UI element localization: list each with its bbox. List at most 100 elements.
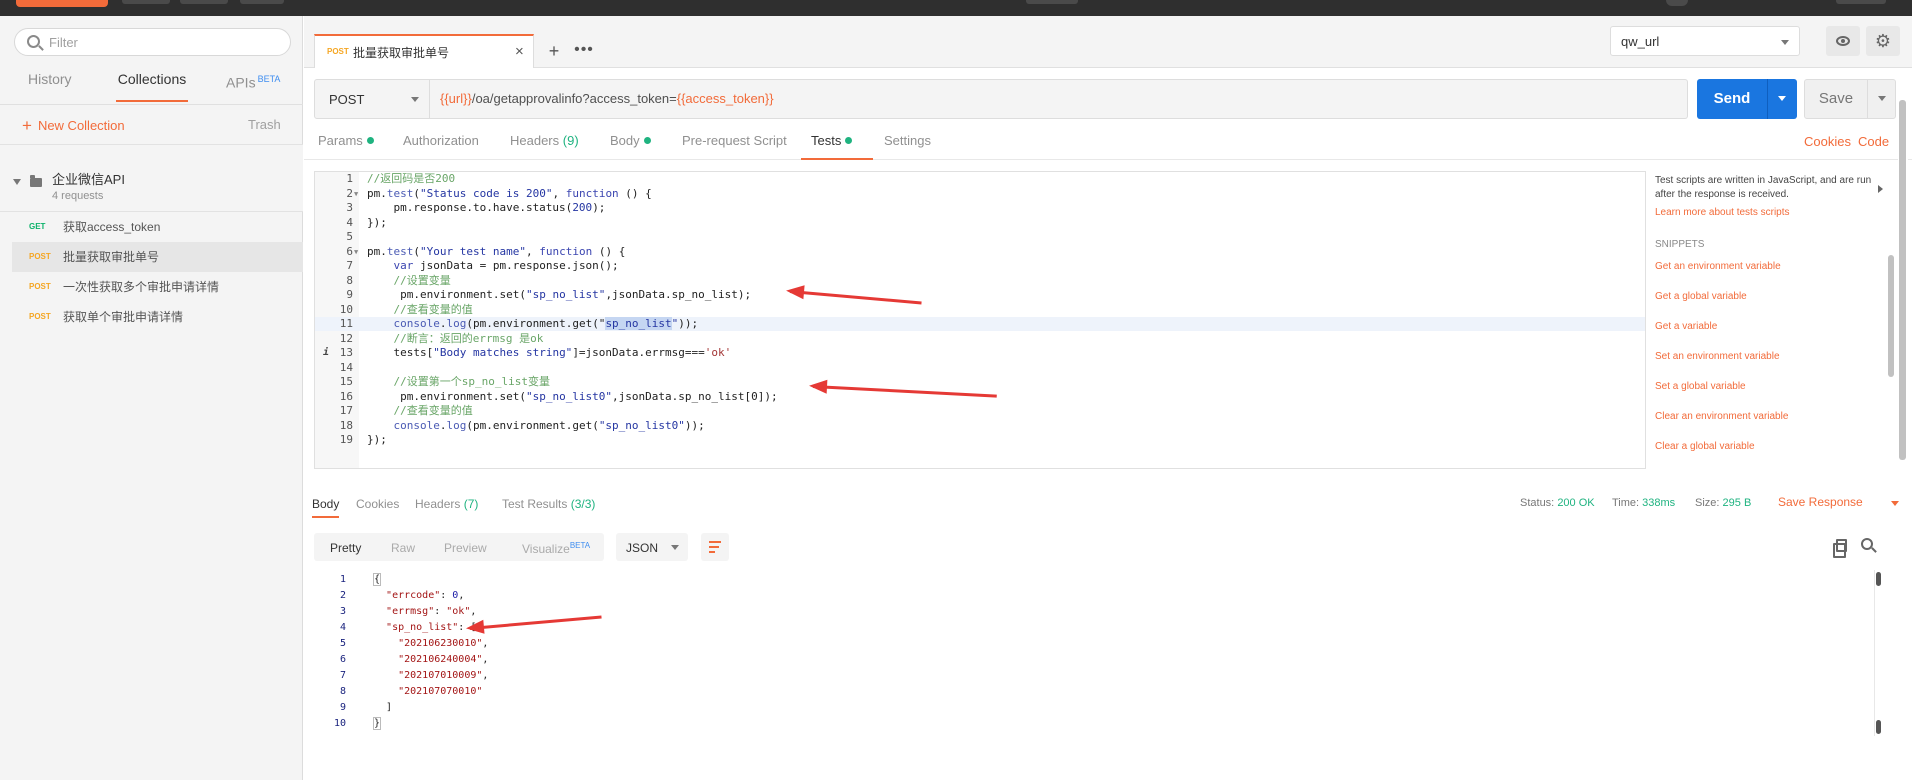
copy-icon[interactable] <box>1833 539 1847 558</box>
code-line: 15 //设置第一个sp_no_list变量 <box>315 375 1645 389</box>
code-token: //返回码是否200 <box>367 172 456 185</box>
request-item[interactable]: POST 批量获取审批单号 <box>12 242 303 272</box>
chevron-right-icon[interactable] <box>1878 185 1883 193</box>
filter-input[interactable] <box>49 33 279 51</box>
add-tab-button[interactable]: + <box>540 38 568 66</box>
method-select[interactable]: POST <box>314 79 430 119</box>
code-link[interactable]: Code <box>1858 134 1889 149</box>
format-pretty[interactable]: Pretty <box>330 541 361 555</box>
code-token: ( <box>413 186 420 200</box>
method-badge: GET <box>29 222 46 231</box>
learn-more-link[interactable]: Learn more about tests scripts <box>1655 207 1790 218</box>
chevron-down-icon[interactable] <box>1778 96 1786 101</box>
caret-down-icon[interactable] <box>13 179 21 185</box>
chevron-down-icon[interactable] <box>1878 96 1886 101</box>
top-button[interactable] <box>240 0 284 4</box>
format-visualize[interactable]: VisualizeBETA <box>522 541 590 556</box>
tab-tests[interactable]: Tests <box>801 133 873 160</box>
snippets-scrollbar[interactable] <box>1887 171 1895 469</box>
environment-quick-look-button[interactable] <box>1826 26 1860 56</box>
request-item[interactable]: GET 获取access_token <box>12 212 303 242</box>
code-token: : <box>440 590 453 601</box>
code-text: pm.response.to.have.status(200); <box>367 201 605 215</box>
collection-item[interactable]: 企业微信API 4 requests <box>0 144 303 212</box>
tab-settings[interactable]: Settings <box>884 133 931 160</box>
trash-button[interactable]: Trash <box>248 117 281 132</box>
top-accent-button[interactable] <box>16 0 108 7</box>
save-response-button[interactable]: Save Response <box>1778 495 1899 509</box>
code-token: "sp_no_list" <box>386 622 459 633</box>
top-button[interactable] <box>122 0 170 4</box>
tab-label: Test Results <box>502 497 568 511</box>
format-raw[interactable]: Raw <box>391 541 415 555</box>
save-button[interactable]: Save <box>1804 79 1896 119</box>
snippet-link[interactable]: Clear a global variable <box>1655 441 1755 452</box>
snippet-link[interactable]: Get a variable <box>1655 321 1717 332</box>
scroll-thumb[interactable] <box>1876 720 1881 734</box>
code-line: 19}); <box>315 433 1645 447</box>
request-item[interactable]: POST 一次性获取多个审批申请详情 <box>12 272 303 302</box>
response-tab-body[interactable]: Body <box>312 497 340 518</box>
snippet-link[interactable]: Get a global variable <box>1655 291 1747 302</box>
tab-body[interactable]: Body <box>610 133 651 160</box>
snippet-link[interactable]: Set a global variable <box>1655 381 1746 392</box>
tab-collections[interactable]: Collections <box>116 66 188 102</box>
tab-params[interactable]: Params <box>318 133 374 160</box>
manage-environments-button[interactable]: ⚙ <box>1866 26 1900 56</box>
top-button[interactable] <box>180 0 228 4</box>
scroll-thumb[interactable] <box>1876 572 1881 586</box>
tab-pre-request-script[interactable]: Pre-request Script <box>682 133 787 160</box>
fold-toggle-icon[interactable]: ▼ <box>354 187 358 201</box>
language-select[interactable]: JSON <box>616 533 688 561</box>
search-icon[interactable] <box>1861 538 1873 550</box>
tests-code-editor[interactable]: 1//返回码是否200 2 ▼ pm.test("Status code is 200… <box>314 171 1646 469</box>
code-token: test <box>386 186 414 200</box>
code-line: 1 //返回码是否200 <box>315 172 1645 186</box>
tab-label: Pre-request Script <box>682 133 787 148</box>
response-tab-test-results[interactable]: Test Results (3/3) <box>502 497 595 518</box>
tab-authorization[interactable]: Authorization <box>403 133 479 160</box>
new-collection-button[interactable]: + New Collection <box>22 115 125 135</box>
request-scrollbar[interactable] <box>1898 100 1908 460</box>
tab-label: Collections <box>117 71 187 87</box>
fold-toggle-icon[interactable]: ▼ <box>354 245 358 259</box>
scroll-thumb[interactable] <box>1888 255 1894 377</box>
top-button[interactable] <box>1026 0 1078 4</box>
info-icon[interactable]: i <box>323 346 329 360</box>
tab-label: Authorization <box>403 133 479 148</box>
format-preview[interactable]: Preview <box>444 541 487 555</box>
code-text: console.log(pm.environment.get("sp_no_li… <box>367 317 698 331</box>
snippet-link[interactable]: Set an environment variable <box>1655 351 1780 362</box>
snippet-link[interactable]: Clear an environment variable <box>1655 411 1788 422</box>
top-button[interactable] <box>1836 0 1886 4</box>
tab-history[interactable]: History <box>28 66 72 102</box>
request-tab[interactable]: POST 批量获取审批单号 × <box>314 34 534 68</box>
response-tab-headers[interactable]: Headers (7) <box>415 497 478 518</box>
divider <box>1867 80 1868 118</box>
snippet-link[interactable]: Get an environment variable <box>1655 261 1781 272</box>
code-token: ]=jsonData.errmsg=== <box>572 346 705 359</box>
new-collection-label: New Collection <box>37 118 125 133</box>
url-input[interactable]: {{url}}/oa/getapprovalinfo?access_token=… <box>430 79 1688 119</box>
response-tab-cookies[interactable]: Cookies <box>356 497 399 518</box>
code-token: ); <box>592 201 606 214</box>
tab-headers[interactable]: Headers (9) <box>510 133 579 160</box>
avatar[interactable] <box>1666 0 1688 6</box>
cookies-link[interactable]: Cookies <box>1804 134 1851 149</box>
more-tabs-button[interactable]: ••• <box>570 38 598 66</box>
response-body[interactable]: 1 {2 "errcode": 0, 3 "errmsg": "ok", 4 "sp_… <box>304 568 1882 738</box>
code-token: log <box>446 418 467 432</box>
wrap-lines-button[interactable] <box>701 533 729 561</box>
scroll-thumb[interactable] <box>1899 100 1906 460</box>
search-icon <box>27 35 40 48</box>
send-button[interactable]: Send <box>1697 79 1797 119</box>
environment-select[interactable]: qw_url <box>1610 26 1800 56</box>
close-icon[interactable]: × <box>515 44 524 60</box>
tab-apis[interactable]: APIs BETA <box>226 66 280 102</box>
response-scrollbar[interactable] <box>1874 570 1882 736</box>
tab-label: Tests <box>811 133 842 148</box>
request-item[interactable]: POST 获取单个审批申请详情 <box>12 302 303 332</box>
code-token: "202106240004" <box>398 654 483 665</box>
